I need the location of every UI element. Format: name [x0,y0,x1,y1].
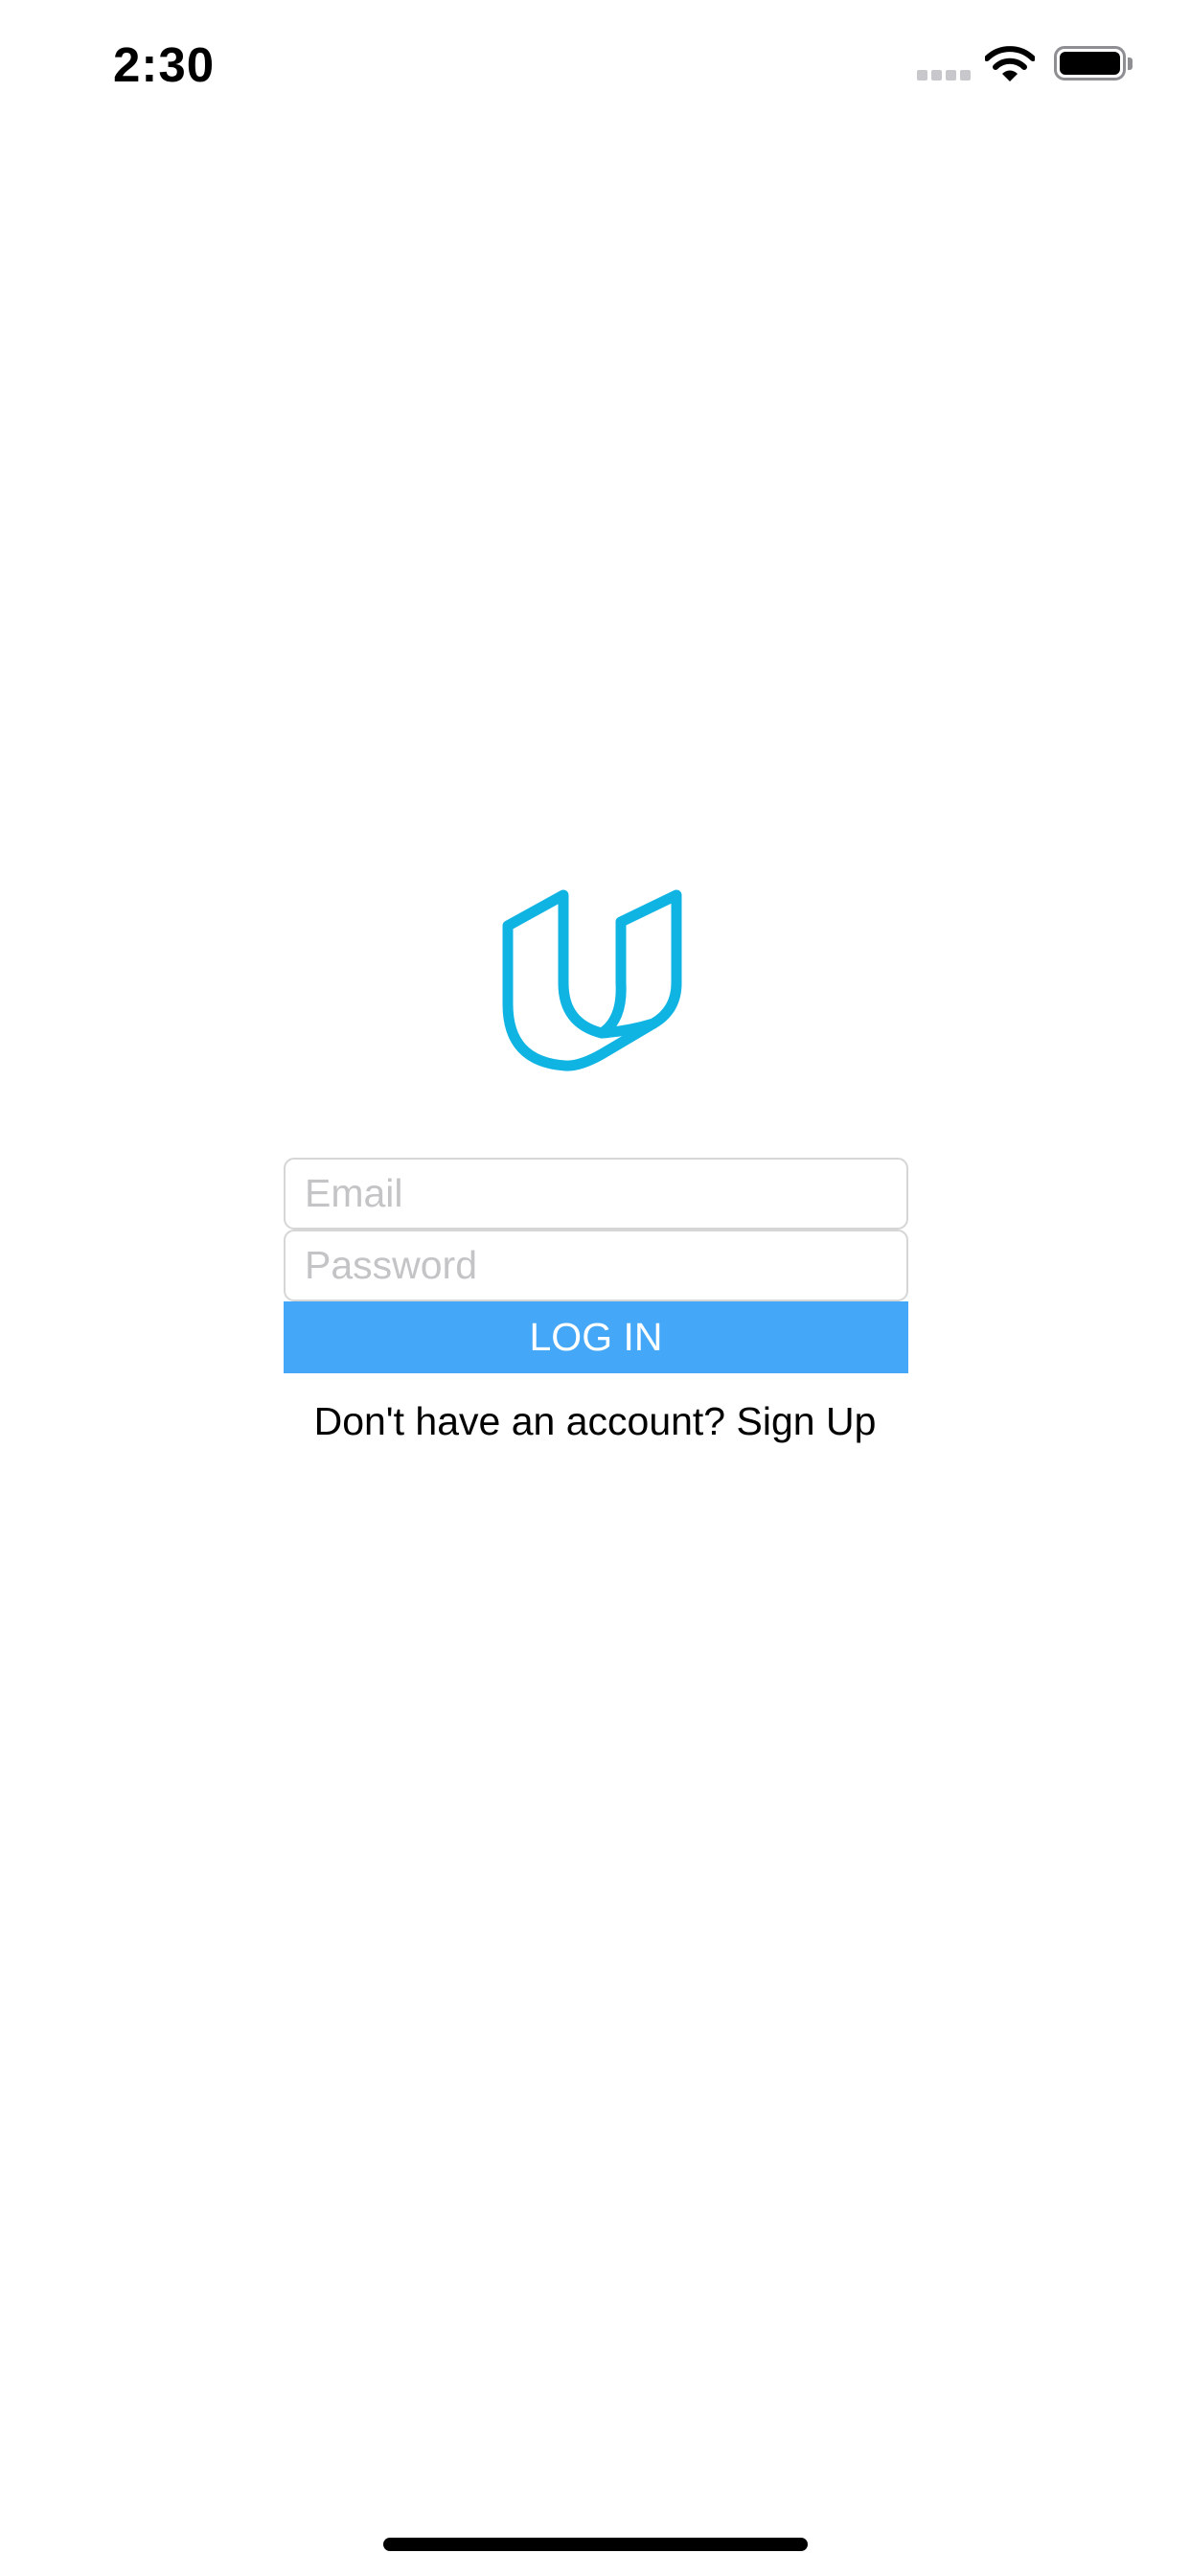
sign-up-link[interactable]: Sign Up [737,1399,877,1443]
signup-prompt-text: Don't have an account? [313,1399,726,1443]
battery-cap [1128,58,1133,70]
cellular-signal-icon [917,70,971,80]
email-field[interactable] [284,1158,908,1230]
battery-full-icon [1054,46,1126,80]
wifi-icon [985,46,1035,81]
signup-prompt: Don't have an account? Sign Up [211,1394,979,1448]
login-button[interactable]: LOG IN [284,1301,908,1373]
status-time: 2:30 [113,37,216,92]
udacity-logo-icon [502,889,682,1071]
status-bar: 2:30 [0,0,1190,134]
password-field[interactable] [284,1230,908,1301]
home-indicator[interactable] [383,2538,808,2551]
